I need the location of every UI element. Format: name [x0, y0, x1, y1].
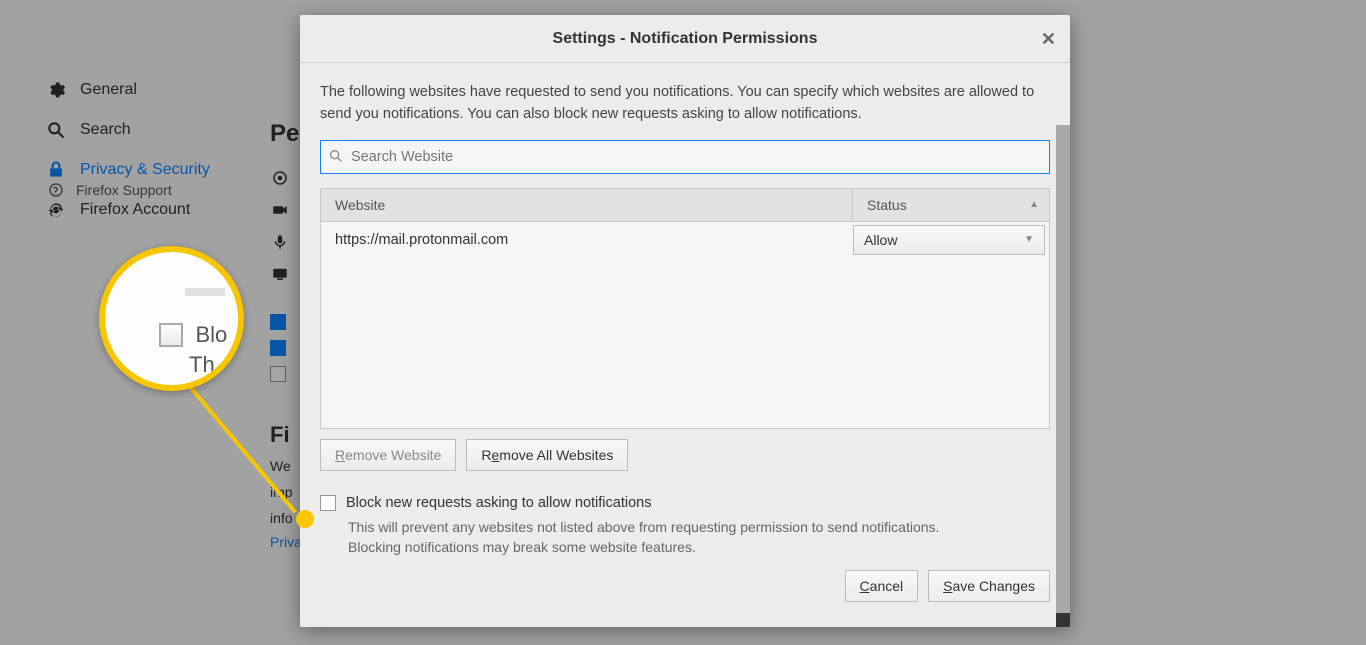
table-header: Website Status ▲: [321, 189, 1049, 222]
annotation-text: Th: [189, 352, 215, 377]
scrollbar[interactable]: [1056, 125, 1070, 627]
website-url: https://mail.protonmail.com: [321, 232, 853, 248]
permissions-table: Website Status ▲ https://mail.protonmail…: [320, 188, 1050, 429]
annotation-checkbox: [159, 323, 183, 347]
dialog-footer: Cancel Save Changes: [320, 570, 1050, 602]
annotation-text: Blo: [195, 322, 227, 347]
block-new-requests-checkbox[interactable]: [320, 495, 336, 511]
notification-permissions-dialog: Settings - Notification Permissions ✕ Th…: [300, 15, 1070, 627]
save-changes-button[interactable]: Save Changes: [928, 570, 1050, 602]
column-website[interactable]: Website: [321, 189, 853, 221]
search-wrapper: [320, 140, 1050, 174]
dialog-header: Settings - Notification Permissions ✕: [300, 15, 1070, 63]
dialog-title: Settings - Notification Permissions: [553, 30, 818, 48]
block-new-requests-section: Block new requests asking to allow notif…: [320, 495, 1050, 558]
resize-grip[interactable]: [1056, 613, 1070, 627]
close-icon[interactable]: ✕: [1041, 29, 1056, 50]
remove-website-button[interactable]: Remove Website: [320, 439, 456, 471]
status-dropdown[interactable]: Allow ▼: [853, 225, 1045, 255]
table-actions: Remove Website Remove All Websites: [320, 439, 1050, 471]
column-status-label: Status: [867, 197, 907, 213]
cancel-button[interactable]: Cancel: [845, 570, 919, 602]
annotation-zoom-circle: Blo Th: [99, 246, 244, 391]
annotation-decoration: [185, 288, 225, 296]
block-new-requests-hint: This will prevent any websites not liste…: [348, 517, 988, 558]
table-empty-area: [321, 258, 1049, 428]
annotation-target-dot: [296, 510, 314, 528]
status-value: Allow: [864, 232, 897, 248]
search-website-input[interactable]: [320, 140, 1050, 174]
block-new-requests-label: Block new requests asking to allow notif…: [346, 495, 651, 511]
sort-arrow-icon: ▲: [1029, 199, 1039, 210]
dialog-body: The following websites have requested to…: [300, 63, 1070, 627]
search-icon: [328, 148, 344, 164]
remove-all-websites-button[interactable]: Remove All Websites: [466, 439, 628, 471]
chevron-down-icon: ▼: [1024, 234, 1034, 245]
dialog-description: The following websites have requested to…: [320, 81, 1050, 126]
table-row[interactable]: https://mail.protonmail.com Allow ▼: [321, 222, 1049, 258]
column-status[interactable]: Status ▲: [853, 189, 1049, 221]
